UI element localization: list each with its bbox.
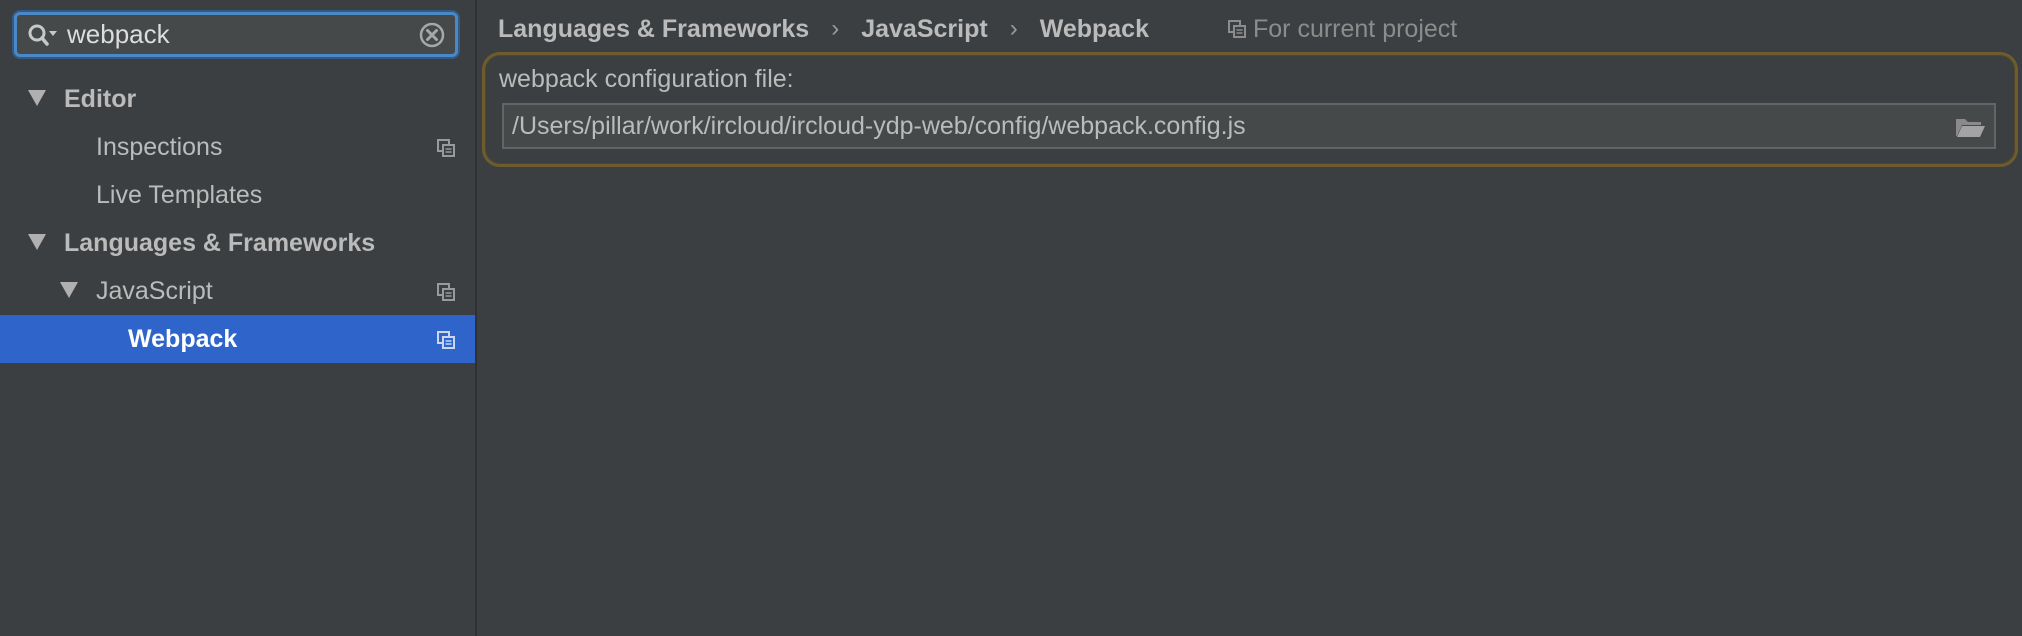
tree-item-live-templates[interactable]: Live Templates bbox=[0, 171, 475, 219]
project-scope-icon bbox=[437, 331, 455, 349]
settings-sidebar: Editor Inspections Live Templates Langua… bbox=[0, 0, 477, 636]
settings-content: Languages & Frameworks › JavaScript › We… bbox=[477, 0, 2022, 636]
config-file-path-value[interactable]: /Users/pillar/work/ircloud/ircloud-ydp-w… bbox=[512, 112, 1246, 141]
tree-item-editor[interactable]: Editor bbox=[0, 75, 475, 123]
project-scope-icon bbox=[437, 283, 455, 301]
expand-arrow-icon[interactable] bbox=[60, 282, 78, 298]
tree-item-label: Inspections bbox=[96, 133, 223, 161]
tree-item-label: JavaScript bbox=[96, 277, 213, 305]
project-scope-icon bbox=[437, 139, 455, 157]
tree-item-inspections[interactable]: Inspections bbox=[0, 123, 475, 171]
config-file-label: webpack configuration file: bbox=[499, 65, 794, 93]
search-icon[interactable] bbox=[27, 23, 57, 47]
tree-item-label: Languages & Frameworks bbox=[64, 229, 376, 257]
breadcrumb-item: JavaScript bbox=[861, 14, 988, 43]
breadcrumb-item: Webpack bbox=[1039, 14, 1149, 43]
tree-item-label: Webpack bbox=[128, 325, 238, 353]
project-scope-icon bbox=[1228, 20, 1246, 38]
tree-item-languages-frameworks[interactable]: Languages & Frameworks bbox=[0, 219, 475, 267]
webpack-config-group: webpack configuration file: /Users/pilla… bbox=[482, 52, 2018, 167]
settings-window: Editor Inspections Live Templates Langua… bbox=[0, 0, 2022, 636]
scope-label: For current project bbox=[1253, 14, 1458, 43]
clear-icon[interactable] bbox=[419, 22, 445, 48]
search-input[interactable] bbox=[67, 19, 427, 49]
breadcrumb-item: Languages & Frameworks bbox=[498, 14, 810, 43]
tree-item-label: Live Templates bbox=[96, 181, 263, 209]
expand-arrow-icon[interactable] bbox=[28, 90, 46, 106]
breadcrumb-separator: › bbox=[831, 15, 840, 42]
breadcrumb: Languages & Frameworks › JavaScript › We… bbox=[498, 13, 1457, 45]
tree-item-javascript[interactable]: JavaScript bbox=[0, 267, 475, 315]
expand-arrow-icon[interactable] bbox=[28, 234, 46, 250]
tree-item-label: Editor bbox=[64, 85, 137, 113]
folder-icon[interactable] bbox=[1954, 115, 1986, 139]
breadcrumb-separator: › bbox=[1009, 15, 1018, 42]
scope-indicator: For current project bbox=[1227, 15, 1457, 44]
settings-tree: Editor Inspections Live Templates Langua… bbox=[0, 75, 475, 363]
search-box[interactable] bbox=[14, 12, 458, 57]
tree-item-webpack[interactable]: Webpack bbox=[0, 315, 475, 363]
config-file-path-field[interactable]: /Users/pillar/work/ircloud/ircloud-ydp-w… bbox=[502, 103, 1996, 149]
